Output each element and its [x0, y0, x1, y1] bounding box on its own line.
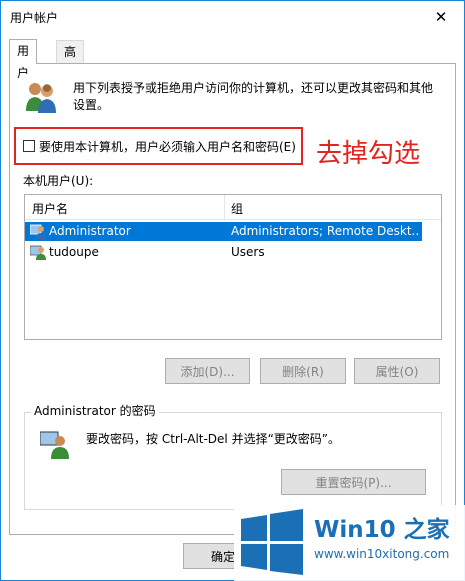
title-bar: 用户帐户 ✕	[1, 1, 464, 32]
table-row-tudoupe[interactable]: tudoupe Users	[25, 243, 422, 262]
require-password-checkbox[interactable]	[23, 140, 35, 152]
window-title: 用户帐户	[10, 11, 59, 25]
annotation-text: 去掉勾选	[316, 139, 421, 169]
remove-button[interactable]: 删除(R)	[260, 358, 346, 384]
users-list[interactable]: 用户名 组 Administrator Administrators; Remo…	[24, 194, 442, 340]
row-username: Administrator	[49, 224, 131, 238]
users-icon	[26, 83, 56, 113]
user-icon	[30, 224, 46, 239]
tab-advanced[interactable]: 高级	[56, 40, 85, 81]
user-icon	[30, 245, 46, 260]
row-username: tudoupe	[49, 245, 99, 259]
close-button[interactable]: ✕	[418, 1, 464, 32]
row-group: Users	[231, 245, 265, 259]
list-header: 用户名 组	[25, 195, 441, 220]
watermark-url: www.win10xitong.com	[314, 547, 450, 561]
password-group-title: Administrator 的密码	[31, 402, 159, 419]
site-watermark: Win10 之家 www.win10xitong.com	[234, 505, 465, 581]
description-text: 用下列表授予或拒绝用户访问你的计算机，还可以更改其密码和其他设置。	[73, 81, 434, 112]
watermark-brand: Win10 之家	[314, 517, 450, 543]
add-button[interactable]: 添加(D)...	[165, 358, 250, 384]
password-instructions: 要改密码，按 Ctrl-Alt-Del 并选择“更改密码”。	[86, 432, 341, 446]
reset-password-button[interactable]: 重置密码(P)...	[281, 469, 426, 495]
properties-button[interactable]: 属性(O)	[354, 358, 440, 384]
table-row-administrator[interactable]: Administrator Administrators; Remote Des…	[25, 222, 422, 241]
column-header-group[interactable]: 组	[231, 200, 243, 217]
require-password-label[interactable]: 要使用本计算机，用户必须输入用户名和密码(E)	[39, 138, 296, 155]
column-divider[interactable]	[224, 195, 225, 219]
column-header-username[interactable]: 用户名	[32, 200, 68, 217]
row-group: Administrators; Remote Deskt...	[231, 224, 419, 238]
user-key-icon	[40, 431, 69, 459]
windows-logo-icon	[241, 509, 303, 575]
users-list-label: 本机用户(U):	[23, 174, 94, 188]
tab-users[interactable]: 用户	[9, 39, 38, 80]
